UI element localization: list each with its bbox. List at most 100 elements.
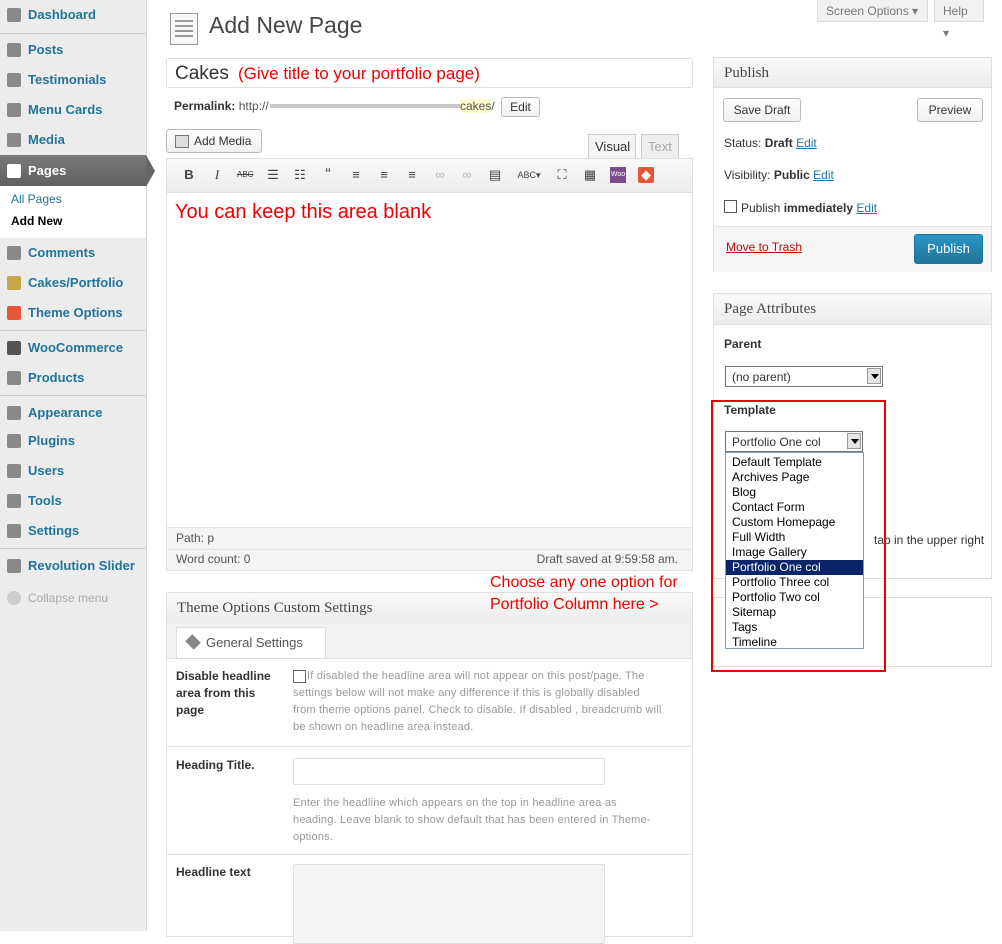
schedule-edit-link[interactable]: Edit [856, 201, 877, 215]
dashboard-icon [7, 8, 21, 22]
visibility-value: Public [773, 168, 810, 182]
schedule-row: Publish immediately Edit [724, 200, 877, 215]
visibility-row: Visibility: Public Edit [724, 168, 834, 182]
nav-separator [0, 330, 146, 331]
calendar-icon [724, 200, 737, 213]
help-fragment: tab in the upper right [874, 533, 985, 547]
collapse-menu[interactable]: Collapse menu [0, 584, 146, 612]
woo-shortcode-icon[interactable]: Woo [610, 167, 626, 183]
disable-headline-label: Disable headline area from this page [176, 669, 271, 717]
strikethrough-icon[interactable]: ABC [237, 167, 253, 183]
schedule-value: immediately [783, 201, 854, 215]
editor-toolbar: B I ABC ☰ ☷ “ ≡ ≡ ≡ ∞ ∞ ▤ ABC▾ ⛶ ▦ Woo ◆ [167, 159, 692, 193]
more-tag-icon[interactable]: ▤ [487, 167, 503, 183]
nav-comments[interactable]: Comments [0, 239, 146, 267]
pages-icon [170, 13, 198, 45]
tab-general-settings[interactable]: General Settings [176, 627, 326, 658]
submenu-add-new[interactable]: Add New [11, 214, 62, 228]
current-menu-arrow [146, 155, 155, 187]
nav-products[interactable]: Products [0, 364, 146, 392]
bold-icon[interactable]: B [181, 167, 197, 183]
tab-visual[interactable]: Visual [588, 134, 636, 158]
nav-testimonials[interactable]: Testimonials [0, 66, 146, 94]
nav-settings[interactable]: Settings [0, 517, 146, 545]
headline-text-label: Headline text [176, 865, 251, 879]
help-button[interactable]: Help ▾ [934, 0, 984, 40]
title-value: Cakes [175, 63, 229, 84]
nav-cakes-portfolio[interactable]: Cakes/Portfolio [0, 269, 146, 297]
content-editor[interactable]: B I ABC ☰ ☷ “ ≡ ≡ ≡ ∞ ∞ ▤ ABC▾ ⛶ ▦ Woo ◆… [166, 158, 693, 571]
nav-revolution-slider[interactable]: Revolution Slider [0, 552, 146, 580]
permalink-slug[interactable]: cakes [460, 99, 492, 113]
align-center-icon[interactable]: ≡ [376, 167, 392, 183]
title-input[interactable]: Cakes (Give title to your portfolio page… [166, 58, 693, 88]
nav-separator [0, 395, 146, 396]
word-count: Word count: 0 [176, 552, 251, 566]
gear-icon [7, 559, 21, 573]
theme-shortcode-icon[interactable]: ◆ [638, 167, 654, 183]
woo-icon [7, 341, 21, 355]
align-left-icon[interactable]: ≡ [348, 167, 364, 183]
nav-users[interactable]: Users [0, 457, 146, 485]
editor-path: Path: p [176, 531, 215, 545]
draft-saved-status: Draft saved at 9:59:58 am. [536, 552, 678, 566]
nav-appearance[interactable]: Appearance [0, 399, 146, 427]
publish-button[interactable]: Publish [914, 234, 983, 264]
move-to-trash-link[interactable]: Move to Trash [726, 240, 802, 254]
spellcheck-icon[interactable]: ABC▾ [514, 167, 544, 183]
nav-plugins[interactable]: Plugins [0, 427, 146, 455]
submenu-all-pages[interactable]: All Pages [11, 192, 62, 206]
bullet-list-icon[interactable]: ☰ [265, 167, 281, 183]
status-edit-link[interactable]: Edit [796, 136, 817, 150]
theme-options-metabox: Theme Options Custom Settings General Se… [166, 592, 693, 944]
card-icon [7, 103, 21, 117]
nav-dashboard[interactable]: Dashboard [0, 1, 146, 29]
nav-theme-options[interactable]: Theme Options [0, 299, 146, 327]
permalink-blurred-host [270, 104, 460, 108]
users-icon [7, 464, 21, 478]
screen-options-button[interactable]: Screen Options ▾ [817, 0, 928, 22]
headline-text-input[interactable] [293, 864, 605, 944]
kitchen-sink-icon[interactable]: ▦ [582, 167, 598, 183]
annotation-highlight-box [711, 400, 886, 672]
theme-icon [7, 306, 21, 320]
appearance-icon [7, 406, 21, 420]
pages-icon [7, 164, 21, 178]
permalink-slug-wrap: cakes/ [460, 99, 495, 113]
collapse-icon [7, 591, 21, 605]
add-media-button[interactable]: Add Media [166, 129, 262, 153]
chevron-down-icon [867, 368, 881, 384]
align-right-icon[interactable]: ≡ [404, 167, 420, 183]
tab-text[interactable]: Text [641, 134, 679, 158]
nav-separator [0, 33, 146, 34]
blockquote-icon[interactable]: “ [320, 167, 336, 183]
unlink-icon[interactable]: ∞ [459, 167, 475, 183]
disable-headline-desc: If disabled the headline area will not a… [293, 670, 662, 733]
nav-menu-cards[interactable]: Menu Cards [0, 96, 146, 124]
heading-title-input[interactable] [293, 758, 605, 785]
nav-tools[interactable]: Tools [0, 487, 146, 515]
visibility-edit-link[interactable]: Edit [813, 168, 834, 182]
nav-media[interactable]: Media [0, 126, 146, 154]
parent-label: Parent [724, 337, 762, 351]
nav-pages[interactable]: Pages [0, 155, 146, 187]
preview-button[interactable]: Preview [917, 98, 983, 122]
parent-select[interactable]: (no parent) [725, 366, 883, 387]
numbered-list-icon[interactable]: ☷ [292, 167, 308, 183]
italic-icon[interactable]: I [209, 167, 225, 183]
fullscreen-icon[interactable]: ⛶ [554, 167, 570, 183]
permalink-edit-button[interactable]: Edit [501, 97, 540, 117]
heading-title-desc: Enter the headline which appears on the … [293, 797, 651, 843]
save-draft-button[interactable]: Save Draft [723, 98, 801, 122]
publish-title: Publish [714, 58, 991, 88]
status-value: Draft [764, 136, 793, 150]
link-icon[interactable]: ∞ [432, 167, 448, 183]
settings-icon [7, 524, 21, 538]
nav-woocommerce[interactable]: WooCommerce [0, 334, 146, 362]
cart-icon [7, 371, 21, 385]
permalink-row: Permalink: http:// [174, 99, 269, 113]
title-hint: (Give title to your portfolio page) [238, 64, 480, 83]
nav-posts[interactable]: Posts [0, 36, 146, 64]
tools-icon [7, 494, 21, 508]
page-title: Add New Page [209, 12, 363, 38]
